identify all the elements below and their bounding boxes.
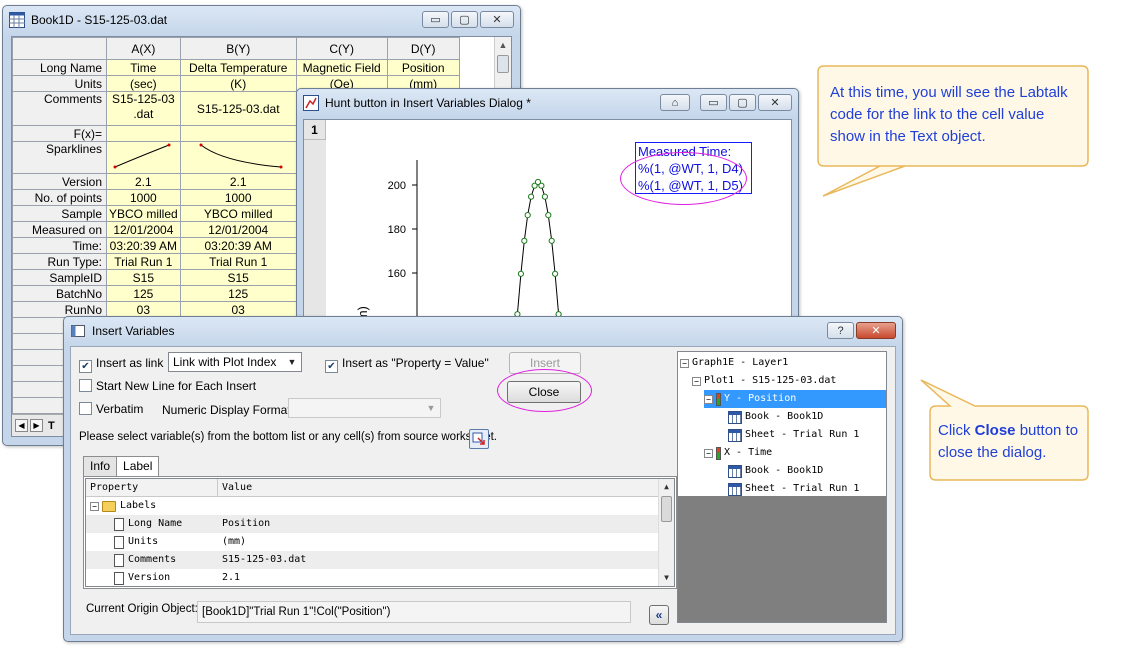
callout-text-bottom: Click Close button to close the dialog.	[938, 420, 1083, 464]
callout-text-top: At this time, you will see the Labtalk c…	[830, 84, 1068, 145]
callout-text-bold: Close	[974, 422, 1016, 439]
callout-text-part: Click	[938, 422, 975, 439]
